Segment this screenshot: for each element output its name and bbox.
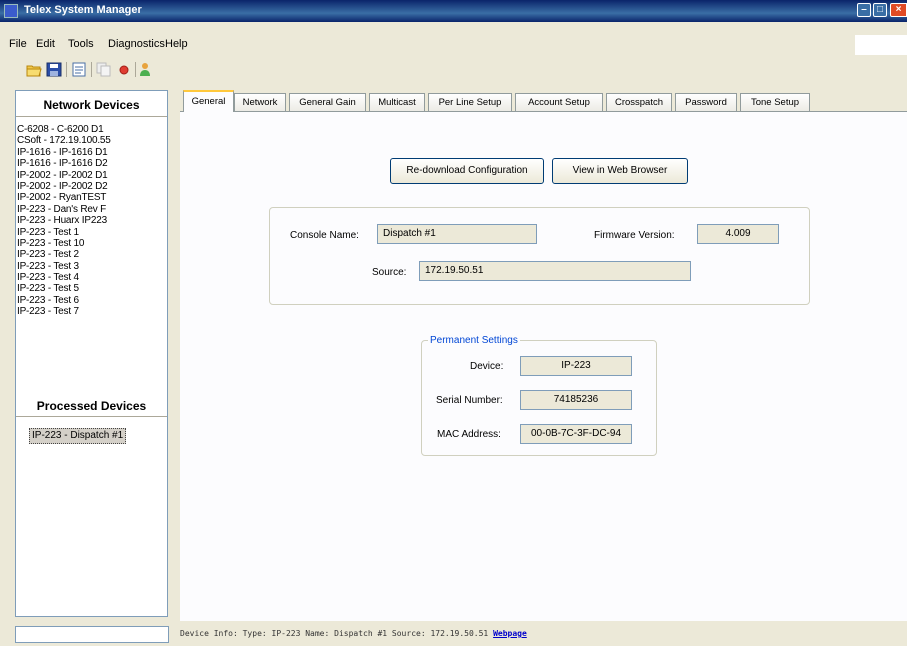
save-icon[interactable]	[46, 62, 62, 77]
device-label: Device:	[470, 361, 504, 372]
document-icon[interactable]	[71, 62, 87, 77]
list-item[interactable]: IP-223 - Test 4	[17, 272, 111, 283]
serial-number-label: Serial Number:	[436, 395, 503, 406]
list-item[interactable]: IP-223 - Test 2	[17, 249, 111, 260]
processed-devices-title: Processed Devices	[36, 399, 147, 413]
list-item[interactable]: CSoft - 172.19.100.55	[17, 135, 111, 146]
mac-address-field: 00-0B-7C-3F-DC-94	[520, 424, 632, 444]
status-bar: Device Info: Type: IP-223 Name: Dispatch…	[180, 628, 527, 640]
redownload-configuration-button[interactable]: Re-download Configuration	[390, 158, 544, 184]
minimize-icon[interactable]: –	[857, 3, 871, 17]
firmware-version-label: Firmware Version:	[594, 230, 675, 241]
list-item[interactable]: IP-223 - Test 6	[17, 295, 111, 306]
menu-edit[interactable]: Edit	[36, 38, 55, 50]
serial-number-field: 74185236	[520, 390, 632, 410]
webpage-link[interactable]: Webpage	[493, 629, 527, 638]
network-device-list: C-6208 - C-6200 D1 CSoft - 172.19.100.55…	[17, 124, 111, 318]
toolbar-separator	[91, 62, 92, 77]
toolbar-separator	[135, 62, 136, 77]
list-item[interactable]: IP-1616 - IP-1616 D1	[17, 147, 111, 158]
device-info-text: Device Info: Type: IP-223 Name: Dispatch…	[180, 629, 494, 638]
tab-general[interactable]: General	[183, 90, 234, 112]
network-devices-title: Network Devices	[43, 98, 140, 112]
permanent-settings-legend: Permanent Settings	[428, 335, 520, 347]
window-title: Telex System Manager	[24, 4, 142, 16]
maximize-icon[interactable]: □	[873, 3, 887, 17]
view-in-web-browser-button[interactable]: View in Web Browser	[552, 158, 688, 184]
list-item[interactable]: C-6208 - C-6200 D1	[17, 124, 111, 135]
list-item[interactable]: IP-223 - Test 3	[17, 261, 111, 272]
menu-bar: File Edit Tools Diagnostics Help	[0, 35, 907, 55]
tab-crosspatch[interactable]: Crosspatch	[606, 93, 672, 111]
console-name-field: Dispatch #1	[377, 224, 537, 244]
open-folder-icon[interactable]	[26, 62, 42, 77]
tab-general-gain[interactable]: General Gain	[289, 93, 366, 111]
list-item[interactable]: IP-2002 - IP-2002 D2	[17, 181, 111, 192]
title-bar: Telex System Manager – □ ×	[0, 0, 907, 22]
tab-password[interactable]: Password	[675, 93, 737, 111]
toolbar-separator	[66, 62, 67, 77]
toolbar	[0, 57, 907, 83]
menu-search-box[interactable]	[855, 35, 907, 55]
record-icon[interactable]	[116, 62, 132, 77]
tab-account-setup[interactable]: Account Setup	[515, 93, 603, 111]
user-icon[interactable]	[137, 62, 153, 77]
menu-help[interactable]: Help	[165, 38, 188, 50]
device-field: IP-223	[520, 356, 632, 376]
tab-per-line-setup[interactable]: Per Line Setup	[428, 93, 512, 111]
list-item[interactable]: IP-223 - Huarx IP223	[17, 215, 111, 226]
tab-tone-setup[interactable]: Tone Setup	[740, 93, 810, 111]
app-icon	[4, 4, 18, 18]
menu-file[interactable]: File	[9, 38, 27, 50]
close-icon[interactable]: ×	[890, 3, 907, 17]
source-label: Source:	[372, 267, 407, 278]
tab-network[interactable]: Network	[234, 93, 286, 111]
list-item[interactable]: IP-223 - Test 10	[17, 238, 111, 249]
copy-icon[interactable]	[96, 62, 112, 77]
tab-multicast[interactable]: Multicast	[369, 93, 425, 111]
list-item[interactable]: IP-2002 - IP-2002 D1	[17, 170, 111, 181]
list-item[interactable]: IP-223 - Test 5	[17, 283, 111, 294]
firmware-version-field: 4.009	[697, 224, 779, 244]
list-item[interactable]: IP-1616 - IP-1616 D2	[17, 158, 111, 169]
mac-address-label: MAC Address:	[437, 429, 501, 440]
menu-tools[interactable]: Tools	[68, 38, 94, 50]
list-item[interactable]: IP-2002 - RyanTEST	[17, 192, 111, 203]
processed-device-item[interactable]: IP-223 - Dispatch #1	[29, 428, 127, 444]
divider	[16, 416, 167, 417]
list-item[interactable]: IP-223 - Test 7	[17, 306, 111, 317]
console-info-group	[269, 207, 810, 305]
source-field: 172.19.50.51	[419, 261, 691, 281]
device-filter-input[interactable]	[15, 626, 169, 643]
divider	[16, 116, 167, 117]
console-name-label: Console Name:	[290, 230, 359, 241]
list-item[interactable]: IP-223 - Test 1	[17, 227, 111, 238]
list-item[interactable]: IP-223 - Dan's Rev F	[17, 204, 111, 215]
menu-diagnostics[interactable]: Diagnostics	[108, 38, 165, 50]
